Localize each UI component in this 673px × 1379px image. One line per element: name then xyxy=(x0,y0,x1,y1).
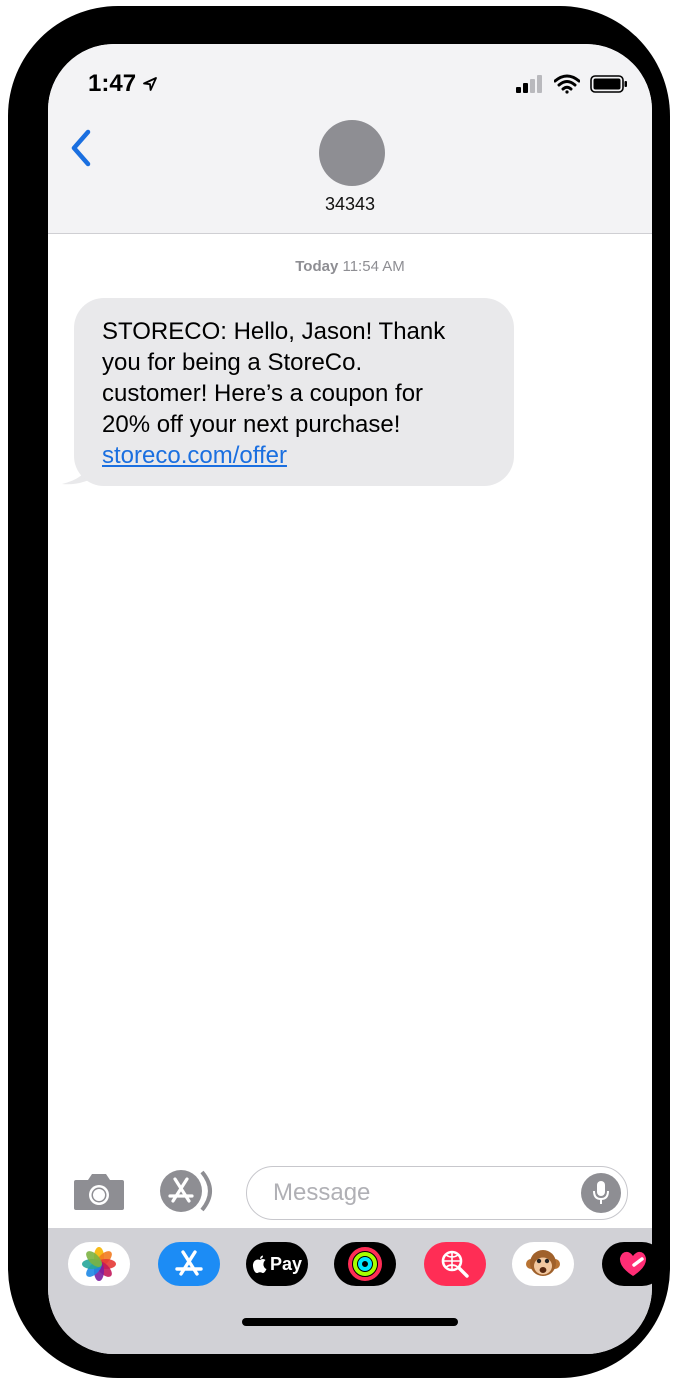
app-store-icon xyxy=(160,1170,212,1212)
camera-icon xyxy=(74,1174,124,1210)
image-search-app[interactable] xyxy=(424,1242,486,1286)
signal-icon xyxy=(516,75,542,93)
apple-logo-icon xyxy=(252,1255,267,1273)
app-store-app[interactable] xyxy=(158,1242,220,1286)
conversation-header: 1:47 34343 xyxy=(48,44,652,234)
wifi-icon xyxy=(554,74,580,94)
globe-search-icon xyxy=(441,1250,469,1278)
digital-touch-app[interactable] xyxy=(602,1242,652,1286)
message-line: you for being a StoreCo. xyxy=(102,349,363,376)
contact-name[interactable]: 34343 xyxy=(48,194,652,215)
phone-frame: 1:47 34343 Today 11:54 AM STORECO: Hello… xyxy=(8,6,670,1378)
incoming-message[interactable]: STORECO: Hello, Jason! Thank you for bei… xyxy=(60,298,520,488)
status-indicators xyxy=(516,74,628,94)
monkey-icon xyxy=(526,1250,560,1276)
photos-icon xyxy=(82,1247,116,1281)
apple-pay-label: Pay xyxy=(269,1253,303,1274)
message-line: customer! Here’s a coupon for xyxy=(102,380,424,407)
app-store-icon xyxy=(175,1250,203,1276)
contact-avatar[interactable] xyxy=(319,120,385,186)
app-store-button[interactable] xyxy=(158,1168,220,1214)
battery-icon xyxy=(590,75,627,93)
screen: 1:47 34343 Today 11:54 AM STORECO: Hello… xyxy=(48,44,652,1354)
timestamp-day: Today xyxy=(295,258,339,275)
timestamp-time: 11:54 AM xyxy=(342,258,405,275)
app-drawer: Pay xyxy=(48,1228,652,1354)
home-indicator[interactable] xyxy=(242,1318,458,1326)
offer-link[interactable]: storeco.com/offer xyxy=(102,442,287,469)
composer-bar xyxy=(48,1154,652,1228)
message-timestamp: Today 11:54 AM xyxy=(48,258,652,275)
microphone-icon xyxy=(593,1181,609,1204)
back-button[interactable] xyxy=(64,126,98,170)
activity-app[interactable] xyxy=(334,1242,396,1286)
camera-button[interactable] xyxy=(72,1172,126,1212)
status-time: 1:47 xyxy=(88,70,158,98)
message-line: STORECO: Hello, Jason! Thank xyxy=(102,318,446,345)
heart-icon xyxy=(619,1251,647,1276)
activity-rings-icon xyxy=(348,1247,382,1281)
message-line: 20% off your next purchase! xyxy=(102,411,401,438)
apple-pay-app[interactable]: Pay xyxy=(246,1242,308,1286)
chevron-left-icon xyxy=(71,129,91,167)
status-time-text: 1:47 xyxy=(88,70,137,97)
photos-app[interactable] xyxy=(68,1242,130,1286)
message-bubble[interactable]: STORECO: Hello, Jason! Thank you for bei… xyxy=(74,298,514,486)
dictation-button[interactable] xyxy=(581,1173,621,1213)
message-input[interactable] xyxy=(273,1175,563,1211)
animoji-app[interactable] xyxy=(512,1242,574,1286)
message-field[interactable] xyxy=(246,1166,628,1220)
location-arrow-icon xyxy=(143,77,157,91)
